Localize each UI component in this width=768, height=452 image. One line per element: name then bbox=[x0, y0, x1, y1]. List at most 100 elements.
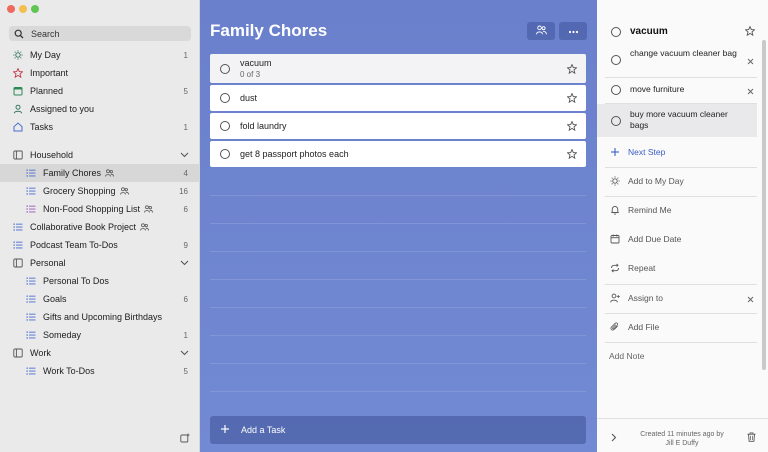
complete-checkbox[interactable] bbox=[611, 26, 621, 37]
add-file-button[interactable]: Add File bbox=[610, 322, 659, 332]
chevron-down-icon[interactable] bbox=[180, 151, 189, 161]
next-step-button[interactable]: Next Step bbox=[610, 147, 665, 157]
step-checkbox[interactable] bbox=[611, 55, 621, 65]
complete-checkbox[interactable] bbox=[220, 149, 230, 159]
sidebar-item-label: Work To-Dos bbox=[43, 366, 95, 376]
step-item[interactable]: change vacuum cleaner bag bbox=[597, 48, 757, 74]
sidebar-item-label: Collaborative Book Project bbox=[30, 222, 137, 232]
add-task-label: Add a Task bbox=[241, 425, 286, 435]
task-title: dust bbox=[240, 93, 258, 103]
sidebar-item-label: Planned bbox=[30, 86, 64, 96]
task-title: get 8 passport photos each bbox=[240, 149, 349, 159]
minimize-window-button[interactable] bbox=[19, 5, 27, 13]
sidebar-item-label: Gifts and Upcoming Birthdays bbox=[43, 312, 163, 322]
search-box[interactable]: Search bbox=[9, 26, 191, 41]
zoom-window-button[interactable] bbox=[31, 5, 39, 13]
task-item[interactable]: vacuum 0 of 3 bbox=[210, 54, 586, 83]
step-item[interactable]: move furniture bbox=[597, 84, 757, 98]
complete-checkbox[interactable] bbox=[220, 93, 230, 103]
sun-icon bbox=[13, 50, 23, 60]
list-background-lines bbox=[210, 168, 586, 412]
close-window-button[interactable] bbox=[7, 5, 15, 13]
close-icon[interactable] bbox=[747, 57, 754, 67]
step-text[interactable]: move furniture bbox=[630, 84, 740, 95]
complete-checkbox[interactable] bbox=[220, 121, 230, 131]
sidebar: Search My Day 1 Important Planned 5 Assi… bbox=[0, 0, 200, 452]
complete-checkbox[interactable] bbox=[220, 63, 230, 74]
step-checkbox[interactable] bbox=[611, 116, 621, 126]
sidebar-item-collaborative-book[interactable]: Collaborative Book Project bbox=[0, 218, 200, 236]
detail-scrollbar[interactable] bbox=[762, 40, 766, 370]
chevron-down-icon[interactable] bbox=[180, 349, 189, 359]
sun-icon bbox=[610, 176, 620, 186]
close-icon[interactable] bbox=[747, 87, 754, 97]
detail-header: vacuum bbox=[611, 26, 668, 37]
star-icon[interactable] bbox=[566, 92, 578, 105]
new-group-icon[interactable] bbox=[180, 433, 190, 443]
remind-me-button[interactable]: Remind Me bbox=[610, 205, 671, 215]
list-options-button[interactable] bbox=[559, 22, 587, 40]
add-note-field[interactable]: Add Note bbox=[609, 351, 644, 361]
sidebar-item-my-day[interactable]: My Day 1 bbox=[0, 46, 200, 64]
sidebar-item-planned[interactable]: Planned 5 bbox=[0, 82, 200, 100]
star-icon[interactable] bbox=[744, 25, 756, 38]
plus-icon bbox=[220, 424, 230, 436]
task-title: vacuum bbox=[240, 58, 272, 68]
sidebar-group-personal[interactable]: Personal bbox=[0, 254, 200, 272]
item-count: 1 bbox=[183, 330, 188, 340]
task-text: vacuum 0 of 3 bbox=[240, 58, 272, 79]
sidebar-item-goals[interactable]: Goals 6 bbox=[0, 290, 200, 308]
group-icon bbox=[13, 348, 23, 358]
step-checkbox[interactable] bbox=[611, 85, 621, 95]
sidebar-item-someday[interactable]: Someday 1 bbox=[0, 326, 200, 344]
assign-to-button[interactable]: Assign to bbox=[610, 293, 663, 303]
close-icon[interactable] bbox=[747, 295, 754, 305]
sidebar-item-label: Assigned to you bbox=[30, 104, 95, 114]
group-label: Work bbox=[30, 348, 51, 358]
sidebar-item-tasks[interactable]: Tasks 1 bbox=[0, 118, 200, 136]
step-text[interactable]: buy more vacuum cleaner bags bbox=[630, 109, 740, 131]
sidebar-group-household[interactable]: Household bbox=[0, 146, 200, 164]
star-icon[interactable] bbox=[566, 62, 578, 76]
divider bbox=[605, 342, 757, 343]
share-list-button[interactable] bbox=[527, 22, 555, 40]
list-icon bbox=[26, 312, 36, 322]
remind-me-label: Remind Me bbox=[628, 205, 672, 215]
sidebar-item-podcast-team[interactable]: Podcast Team To-Dos 9 bbox=[0, 236, 200, 254]
next-step-label: Next Step bbox=[628, 147, 666, 157]
sidebar-item-important[interactable]: Important bbox=[0, 64, 200, 82]
add-due-date-button[interactable]: Add Due Date bbox=[610, 234, 681, 244]
sidebar-item-non-food-shopping[interactable]: Non-Food Shopping List 6 bbox=[0, 200, 200, 218]
task-item[interactable]: dust bbox=[210, 85, 586, 111]
item-count: 16 bbox=[179, 186, 188, 196]
step-item[interactable]: buy more vacuum cleaner bags bbox=[597, 104, 757, 137]
group-label: Household bbox=[30, 150, 74, 160]
repeat-button[interactable]: Repeat bbox=[610, 263, 655, 273]
task-item[interactable]: fold laundry bbox=[210, 113, 586, 139]
sidebar-item-work-todos[interactable]: Work To-Dos 5 bbox=[0, 362, 200, 380]
add-task-input[interactable]: Add a Task bbox=[210, 416, 586, 444]
share-people-icon bbox=[535, 25, 547, 37]
divider bbox=[605, 77, 757, 78]
add-to-my-day-button[interactable]: Add to My Day bbox=[610, 176, 684, 186]
task-item[interactable]: get 8 passport photos each bbox=[210, 141, 586, 167]
list-icon bbox=[26, 330, 36, 340]
sidebar-item-personal-todos[interactable]: Personal To Dos bbox=[0, 272, 200, 290]
star-icon[interactable] bbox=[566, 148, 578, 161]
sidebar-item-family-chores[interactable]: Family Chores 4 bbox=[0, 164, 200, 182]
detail-task-title[interactable]: vacuum bbox=[630, 26, 668, 37]
chevron-right-icon[interactable] bbox=[610, 433, 617, 444]
sidebar-item-label: Someday bbox=[43, 330, 82, 340]
add-file-label: Add File bbox=[628, 322, 660, 332]
add-due-date-label: Add Due Date bbox=[628, 234, 682, 244]
chevron-down-icon[interactable] bbox=[180, 259, 189, 269]
sidebar-item-gifts-birthdays[interactable]: Gifts and Upcoming Birthdays bbox=[0, 308, 200, 326]
step-text[interactable]: change vacuum cleaner bag bbox=[630, 48, 740, 59]
sidebar-item-assigned[interactable]: Assigned to you bbox=[0, 100, 200, 118]
item-count: 6 bbox=[183, 294, 188, 304]
sidebar-item-grocery-shopping[interactable]: Grocery Shopping 16 bbox=[0, 182, 200, 200]
trash-icon[interactable] bbox=[747, 432, 756, 444]
sidebar-group-work[interactable]: Work bbox=[0, 344, 200, 362]
sidebar-item-label: Podcast Team To-Dos bbox=[30, 240, 118, 250]
star-icon[interactable] bbox=[566, 120, 578, 133]
